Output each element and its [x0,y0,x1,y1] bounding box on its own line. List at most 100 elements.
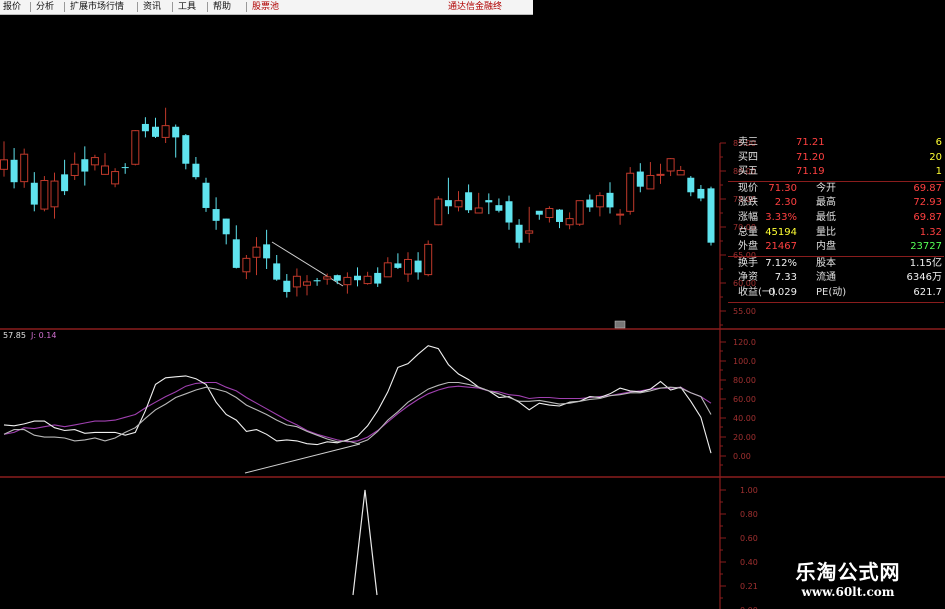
candle[interactable] [374,267,382,287]
quote-stat-row[interactable]: 换手 7.12% 股本 1.15亿 [736,257,944,271]
quote-stat-row[interactable]: 净资 7.33 流通 6346万 [736,271,944,285]
candle[interactable] [404,252,412,282]
candle[interactable] [474,192,483,214]
candle[interactable] [283,274,291,298]
menu-item-0[interactable]: 报价 [3,1,21,13]
candle[interactable] [424,240,433,277]
candle[interactable] [556,209,563,229]
menu-item-1[interactable]: 分析 [36,1,54,13]
order-book-row[interactable]: 买四 71.20 20 [736,151,944,165]
candle[interactable] [61,159,69,196]
candle[interactable] [687,176,695,197]
candle[interactable] [70,152,79,180]
candle[interactable] [121,163,129,174]
candle[interactable] [40,176,49,212]
candle[interactable] [343,272,352,294]
candle[interactable] [20,148,29,188]
menu-item-5[interactable]: 帮助 [213,1,231,13]
candle[interactable] [485,193,493,215]
order-book-row[interactable]: 买五 71.19 1 [736,165,944,179]
candle[interactable] [202,177,210,212]
candle-body-up [70,163,79,176]
candle[interactable] [394,253,402,269]
candle[interactable] [595,192,604,217]
candle[interactable] [363,271,372,285]
candle[interactable] [575,200,584,226]
candle-body-up [292,275,301,288]
candle[interactable] [232,225,240,269]
candle[interactable] [383,257,392,278]
candle[interactable] [586,194,594,212]
signal-spike-line[interactable] [352,489,378,596]
candle[interactable] [444,177,452,215]
candle[interactable] [131,130,140,166]
quote-stat-row[interactable]: 涨跌 2.30 最高 72.93 [736,196,944,210]
candle-body-down [232,239,240,268]
candle[interactable] [90,154,99,171]
signal-spike[interactable] [352,489,378,596]
candle[interactable] [273,255,281,281]
kdj-k-line[interactable] [3,345,712,454]
kdj-d-line[interactable] [3,381,712,445]
candle[interactable] [535,210,543,220]
menu-item-6[interactable]: 股票池 [252,1,279,13]
candle[interactable] [646,162,655,190]
candle[interactable] [606,182,614,214]
candle[interactable] [707,186,715,246]
candle[interactable] [505,195,513,230]
candle[interactable] [111,168,120,188]
main-chart[interactable]: 85.0080.0075.0070.0065.0060.0055.00120.0… [0,0,945,609]
candle[interactable] [525,206,534,243]
candle[interactable] [81,146,89,186]
candle[interactable] [697,185,705,202]
candle[interactable] [0,141,8,177]
menu-right-label[interactable]: 通达信金融终 [448,1,502,13]
candle[interactable] [292,268,301,297]
candle[interactable] [626,167,635,215]
candle[interactable] [354,267,361,287]
candle[interactable] [101,153,109,175]
menu-item-3[interactable]: 资讯 [143,1,161,13]
candle[interactable] [303,275,311,296]
candle[interactable] [465,184,473,213]
candle[interactable] [161,107,170,143]
candle[interactable] [50,172,59,219]
candle[interactable] [616,209,625,225]
candle[interactable] [182,134,190,170]
candle[interactable] [333,274,341,285]
candle[interactable] [263,229,271,269]
candle[interactable] [666,158,675,177]
candle[interactable] [454,191,463,212]
candle[interactable] [141,117,149,138]
quote-stat-row[interactable]: 涨幅 3.33% 最低 69.87 [736,211,944,225]
candle[interactable] [495,198,503,213]
order-book-row[interactable]: 卖三 71.21 6 [736,136,944,150]
candle[interactable] [676,165,685,176]
quote-stat-row[interactable]: 现价 71.30 今开 69.87 [736,182,944,196]
candle[interactable] [212,197,220,230]
candle[interactable] [222,218,230,245]
candle[interactable] [10,148,18,189]
candle[interactable] [545,206,554,223]
candle[interactable] [656,163,665,184]
candle[interactable] [565,212,574,230]
menu-item-2[interactable]: 扩展市场行情 [70,1,124,13]
candle[interactable] [313,277,321,286]
menu-separator [246,2,247,12]
candle[interactable] [152,117,159,138]
candlesticks[interactable] [0,107,715,298]
menu-item-4[interactable]: 工具 [178,1,196,13]
candle[interactable] [434,196,443,226]
candle[interactable] [636,163,644,193]
quote-stat-row[interactable]: 总量 45194 量比 1.32 [736,226,944,240]
quote-stat-row[interactable]: 外盘 21467 内盘 23727 [736,240,944,254]
candle[interactable] [515,219,523,249]
candle[interactable] [252,237,261,276]
candle[interactable] [414,252,422,280]
quote-stat-row[interactable]: 收益(一) 0.029 PE(动) 621.7 [736,286,944,300]
candle[interactable] [192,157,200,180]
candle[interactable] [30,172,38,212]
candle[interactable] [172,124,180,158]
candle[interactable] [242,255,251,280]
kdj-lines[interactable] [3,345,712,454]
